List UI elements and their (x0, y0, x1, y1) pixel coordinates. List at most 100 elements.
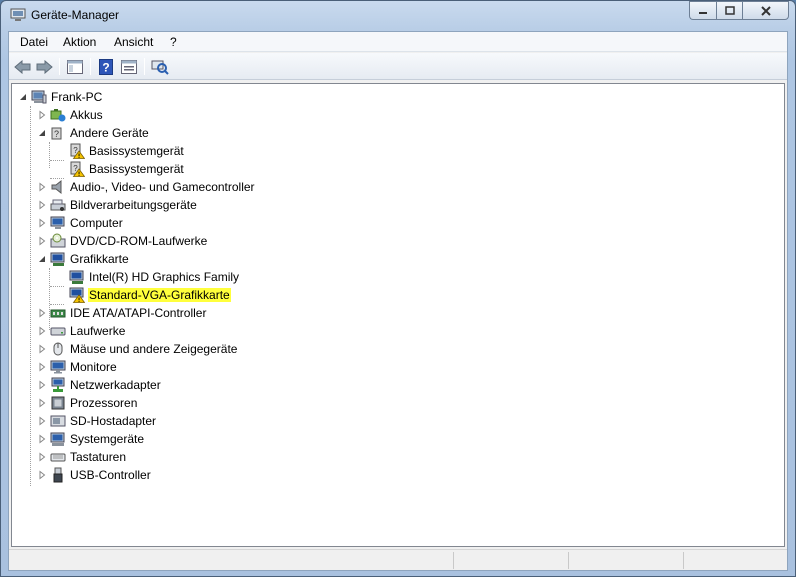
tree-category[interactable]: DVD/CD-ROM-Laufwerke (37, 232, 208, 250)
expand-icon[interactable] (37, 362, 47, 372)
collapse-icon[interactable] (18, 92, 28, 102)
tree-category[interactable]: Grafikkarte (37, 250, 130, 268)
maximize-icon (724, 6, 735, 15)
minimize-icon (699, 11, 707, 14)
keyboard-icon (50, 453, 66, 462)
device-manager-window: Geräte-Manager Datei Aktion Ansicht ? ? … (0, 0, 796, 577)
expand-icon[interactable] (37, 218, 47, 228)
unknown-device-icon: ? (51, 127, 62, 140)
expand-icon[interactable] (37, 416, 47, 426)
expand-icon[interactable] (37, 236, 47, 246)
disk-drive-icon (50, 327, 66, 336)
tree-node-label: Tastaturen (70, 450, 127, 464)
expand-icon[interactable] (37, 470, 47, 480)
warning-display-icon (69, 287, 85, 303)
forward-button[interactable] (34, 57, 54, 76)
tree-node-label: Computer (70, 216, 123, 230)
tree-category[interactable]: Laufwerke (37, 322, 126, 340)
expand-icon[interactable] (37, 380, 47, 390)
expand-icon[interactable] (37, 434, 47, 444)
tree-node-label: Intel(R) HD Graphics Family (89, 270, 240, 284)
tree-node-label: Prozessoren (70, 396, 138, 410)
menu-help[interactable]: ? (170, 35, 177, 49)
expand-icon[interactable] (37, 182, 47, 192)
tree-device[interactable]: Standard-VGA-Grafikkarte (56, 286, 231, 304)
tree-category[interactable]: Netzwerkadapter (37, 376, 162, 394)
display-adapter-icon (50, 252, 65, 266)
tree-root[interactable]: Frank-PC (18, 88, 103, 106)
tree-category[interactable]: Prozessoren (37, 394, 138, 412)
expand-icon[interactable] (37, 308, 47, 318)
tree-device[interactable]: ? Basissystemgerät (56, 142, 185, 160)
tree-category[interactable]: Audio-, Video- und Gamecontroller (37, 178, 256, 196)
tree-node-label: USB-Controller (70, 468, 151, 482)
warning-device-icon: ? (70, 161, 85, 177)
tree-node-label: Andere Geräte (70, 126, 149, 140)
collapse-icon[interactable] (37, 254, 47, 264)
tree-category[interactable]: Akkus (37, 106, 104, 124)
properties-button[interactable] (119, 57, 139, 76)
scan-hardware-button[interactable] (150, 57, 170, 76)
tree-node-label: Standard-VGA-Grafikkarte (88, 288, 231, 302)
tree-node-label: Mäuse und andere Zeigegeräte (70, 342, 238, 356)
back-icon (14, 59, 31, 74)
tree-device[interactable]: ? Basissystemgerät (56, 160, 185, 178)
help-button[interactable]: ? (96, 57, 116, 76)
speaker-icon (51, 179, 62, 195)
sd-host-icon (50, 415, 66, 427)
expand-icon[interactable] (37, 398, 47, 408)
scan-hardware-icon (151, 60, 169, 75)
dvd-drive-icon (50, 233, 66, 248)
expand-icon[interactable] (37, 200, 47, 210)
svg-text:?: ? (102, 60, 109, 74)
expand-icon[interactable] (37, 452, 47, 462)
tree-category[interactable]: SD-Hostadapter (37, 412, 157, 430)
tree-category[interactable]: ? Andere Geräte (37, 124, 150, 142)
tree-node-label: Basissystemgerät (89, 144, 184, 158)
tree-node-label: IDE ATA/ATAPI-Controller (70, 306, 207, 320)
properties-icon (121, 59, 137, 74)
tree-category[interactable]: Monitore (37, 358, 118, 376)
status-pane-4 (683, 552, 684, 569)
usb-icon (53, 467, 63, 483)
scanner-icon (50, 199, 66, 211)
show-hide-console-tree-button[interactable] (65, 57, 85, 76)
system-devices-icon (50, 432, 65, 446)
menu-aktion[interactable]: Aktion (63, 35, 96, 49)
tree-category[interactable]: Computer (37, 214, 124, 232)
warning-device-icon: ? (70, 143, 85, 159)
tree-category[interactable]: Tastaturen (37, 448, 127, 466)
tree-category[interactable]: Bildverarbeitungsgeräte (37, 196, 198, 214)
tree-node-label: Monitore (70, 360, 117, 374)
tree-device[interactable]: Intel(R) HD Graphics Family (56, 268, 240, 286)
close-button[interactable] (742, 1, 789, 20)
computer-icon (31, 90, 47, 104)
back-button[interactable] (13, 57, 33, 76)
tree-node-label: Systemgeräte (70, 432, 145, 446)
title-bar[interactable]: Geräte-Manager (1, 1, 795, 31)
device-tree[interactable]: Frank-PC Akkus? Andere Geräte? Basissystem… (11, 83, 785, 547)
menu-ansicht[interactable]: Ansicht (114, 35, 153, 49)
tree-category[interactable]: Systemgeräte (37, 430, 145, 448)
expand-icon[interactable] (37, 326, 47, 336)
help-icon: ? (99, 58, 113, 75)
close-icon (760, 5, 771, 16)
maximize-button[interactable] (716, 1, 742, 20)
tree-node-label: Grafikkarte (70, 252, 129, 266)
tree-category[interactable]: USB-Controller (37, 466, 152, 484)
collapse-icon[interactable] (37, 128, 47, 138)
menu-datei[interactable]: Datei (20, 35, 48, 49)
tree-node-label: SD-Hostadapter (70, 414, 157, 428)
toolbar: ? (9, 53, 787, 80)
battery-icon (50, 109, 66, 122)
status-pane-2 (453, 552, 454, 569)
tree-node-label: Netzwerkadapter (70, 378, 161, 392)
minimize-button[interactable] (689, 1, 716, 20)
tree-category[interactable]: IDE ATA/ATAPI-Controller (37, 304, 207, 322)
expand-icon[interactable] (37, 344, 47, 354)
ide-controller-icon (50, 309, 66, 318)
window-title: Geräte-Manager (31, 8, 120, 22)
expand-icon[interactable] (37, 110, 47, 120)
tree-category[interactable]: Mäuse und andere Zeigegeräte (37, 340, 238, 358)
computer-icon (50, 216, 65, 229)
